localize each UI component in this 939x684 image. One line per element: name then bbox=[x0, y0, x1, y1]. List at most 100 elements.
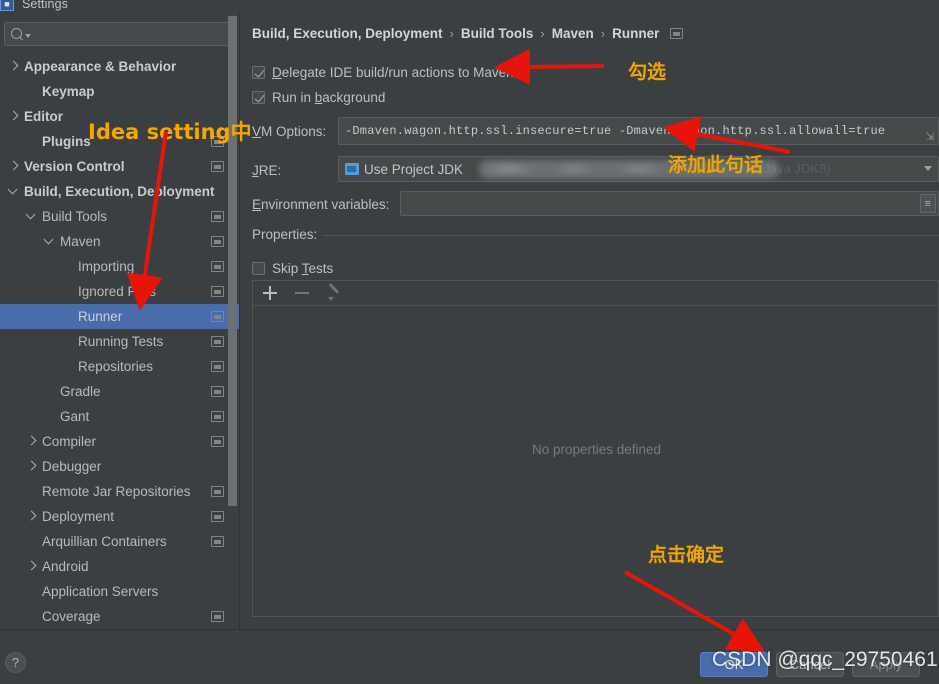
sidebar-item-running-tests[interactable]: Running Tests bbox=[0, 329, 240, 354]
settings-tree: Appearance & Behavior Keymap Editor Plugins… bbox=[0, 54, 240, 629]
sidebar-scrollbar-thumb[interactable] bbox=[228, 16, 237, 506]
sidebar-item-repositories[interactable]: Repositories bbox=[0, 354, 240, 379]
sidebar-item-label: Arquillian Containers bbox=[42, 534, 167, 549]
chevron-right-icon[interactable] bbox=[26, 436, 37, 447]
chevron-right-icon[interactable] bbox=[26, 511, 37, 522]
run-in-background-checkbox[interactable] bbox=[252, 91, 265, 104]
jre-combobox[interactable]: Use Project JDK (Java JDK8) bbox=[338, 156, 939, 182]
sidebar-item-gant[interactable]: Gant bbox=[0, 404, 240, 429]
sidebar-item-label: Deployment bbox=[42, 509, 115, 524]
jre-redaction-blur bbox=[479, 160, 779, 179]
breadcrumb: Build, Execution, Deployment › Build Tools… bbox=[252, 26, 684, 41]
sidebar-item-runner[interactable]: Runner bbox=[0, 304, 240, 329]
search-box[interactable] bbox=[4, 22, 232, 46]
sidebar-item-maven[interactable]: Maven bbox=[0, 229, 240, 254]
sidebar-item-importing[interactable]: Importing bbox=[0, 254, 240, 279]
environment-variables-field[interactable]: ≡ bbox=[400, 191, 939, 216]
sidebar-item-label: Remote Jar Repositories bbox=[42, 484, 191, 499]
sidebar-item-android[interactable]: Android bbox=[0, 554, 240, 579]
breadcrumb-separator: › bbox=[449, 26, 454, 41]
sidebar-item-ignored-files[interactable]: Ignored Files bbox=[0, 279, 240, 304]
properties-empty-text: No properties defined bbox=[531, 442, 662, 457]
sidebar-item-label: Version Control bbox=[24, 159, 125, 174]
sidebar-item-label: Editor bbox=[24, 109, 63, 124]
chevron-down-icon[interactable] bbox=[8, 186, 19, 197]
run-in-background-label: Run in background bbox=[272, 90, 386, 105]
settings-page-icon bbox=[211, 411, 224, 422]
sidebar-item-remote-jar-repositories[interactable]: Remote Jar Repositories bbox=[0, 479, 240, 504]
ok-button[interactable]: OK bbox=[700, 652, 768, 677]
sidebar-item-label: Android bbox=[42, 559, 89, 574]
sidebar-item-plugins[interactable]: Plugins bbox=[0, 129, 240, 154]
sidebar-item-label: Gradle bbox=[60, 384, 101, 399]
chevron-down-icon[interactable] bbox=[924, 166, 932, 171]
skip-tests-checkbox[interactable] bbox=[252, 262, 265, 275]
search-container bbox=[4, 22, 232, 46]
sidebar-item-keymap[interactable]: Keymap bbox=[0, 79, 240, 104]
chevron-right-icon[interactable] bbox=[8, 61, 19, 72]
window-title: Settings bbox=[22, 0, 68, 11]
settings-page-icon bbox=[211, 311, 224, 322]
sidebar-item-arquillian-containers[interactable]: Arquillian Containers bbox=[0, 529, 240, 554]
run-in-background-row[interactable]: Run in background bbox=[252, 90, 385, 105]
breadcrumb-item: Build Tools bbox=[460, 26, 534, 41]
breadcrumb-item: Maven bbox=[551, 26, 594, 41]
jdk-folder-icon bbox=[345, 163, 359, 175]
search-input[interactable] bbox=[31, 26, 231, 42]
sidebar-item-label: Gant bbox=[60, 409, 90, 424]
delegate-ide-build-checkbox[interactable] bbox=[252, 66, 265, 79]
sidebar-item-coverage[interactable]: Coverage bbox=[0, 604, 240, 629]
vm-options-field[interactable]: -Dmaven.wagon.http.ssl.insecure=true -Dm… bbox=[338, 117, 939, 145]
settings-sidebar: Appearance & Behavior Keymap Editor Plugins… bbox=[0, 12, 240, 629]
sidebar-item-deployment[interactable]: Deployment bbox=[0, 504, 240, 529]
settings-page-icon bbox=[670, 28, 684, 39]
sidebar-item-application-servers[interactable]: Application Servers bbox=[0, 579, 240, 604]
breadcrumb-separator: › bbox=[540, 26, 545, 41]
sidebar-item-label: Ignored Files bbox=[78, 284, 157, 299]
sidebar-item-label: Appearance & Behavior bbox=[24, 59, 177, 74]
window-title-bar: ■ Settings bbox=[0, 0, 939, 12]
sidebar-item-editor[interactable]: Editor bbox=[0, 104, 240, 129]
skip-tests-label: Skip Tests bbox=[272, 261, 334, 276]
sidebar-item-compiler[interactable]: Compiler bbox=[0, 429, 240, 454]
settings-page-icon bbox=[211, 386, 224, 397]
chevron-right-icon[interactable] bbox=[26, 461, 37, 472]
delegate-ide-build-row[interactable]: Delegate IDE build/run actions to Maven bbox=[252, 65, 514, 80]
chevron-down-icon[interactable] bbox=[26, 211, 37, 222]
dialog-button-bar: ? OK Cancel Apply bbox=[0, 629, 939, 684]
apply-button[interactable]: Apply bbox=[852, 652, 920, 677]
sidebar-item-label: Running Tests bbox=[78, 334, 164, 349]
browse-icon[interactable]: ≡ bbox=[920, 194, 936, 213]
sidebar-item-label: Repositories bbox=[78, 359, 154, 374]
jre-label: JRE: bbox=[252, 163, 282, 178]
breadcrumb-separator: › bbox=[600, 26, 606, 41]
sidebar-item-gradle[interactable]: Gradle bbox=[0, 379, 240, 404]
chevron-right-icon[interactable] bbox=[8, 161, 19, 172]
properties-label: Properties: bbox=[252, 227, 324, 242]
skip-tests-row[interactable]: Skip Tests bbox=[252, 261, 333, 276]
sidebar-item-debugger[interactable]: Debugger bbox=[0, 454, 240, 479]
settings-page-icon bbox=[211, 486, 224, 497]
settings-page-icon bbox=[211, 261, 224, 272]
help-button[interactable]: ? bbox=[5, 652, 26, 673]
cancel-button[interactable]: Cancel bbox=[776, 652, 844, 677]
properties-separator bbox=[252, 235, 939, 236]
vm-options-value: -Dmaven.wagon.http.ssl.insecure=true -Dm… bbox=[345, 124, 886, 138]
settings-page-icon bbox=[211, 286, 224, 297]
sidebar-item-label: Build, Execution, Deployment bbox=[24, 184, 215, 199]
sidebar-item-build-execution-deployment[interactable]: Build, Execution, Deployment bbox=[0, 179, 240, 204]
chevron-right-icon[interactable] bbox=[26, 561, 37, 572]
sidebar-item-version-control[interactable]: Version Control bbox=[0, 154, 240, 179]
settings-page-icon bbox=[211, 361, 224, 372]
chevron-down-icon[interactable] bbox=[44, 236, 55, 247]
app-window-icon: ■ bbox=[0, 0, 14, 11]
sidebar-item-label: Plugins bbox=[42, 134, 91, 149]
sidebar-item-appearance-behavior[interactable]: Appearance & Behavior bbox=[0, 54, 240, 79]
expand-corner-icon[interactable]: ⇲ bbox=[925, 132, 935, 143]
sidebar-item-build-tools[interactable]: Build Tools bbox=[0, 204, 240, 229]
search-icon bbox=[11, 27, 24, 41]
chevron-right-icon[interactable] bbox=[8, 111, 19, 122]
settings-page-icon bbox=[211, 336, 224, 347]
sidebar-item-label: Maven bbox=[60, 234, 101, 249]
environment-variables-label: Environment variables: bbox=[252, 197, 390, 212]
